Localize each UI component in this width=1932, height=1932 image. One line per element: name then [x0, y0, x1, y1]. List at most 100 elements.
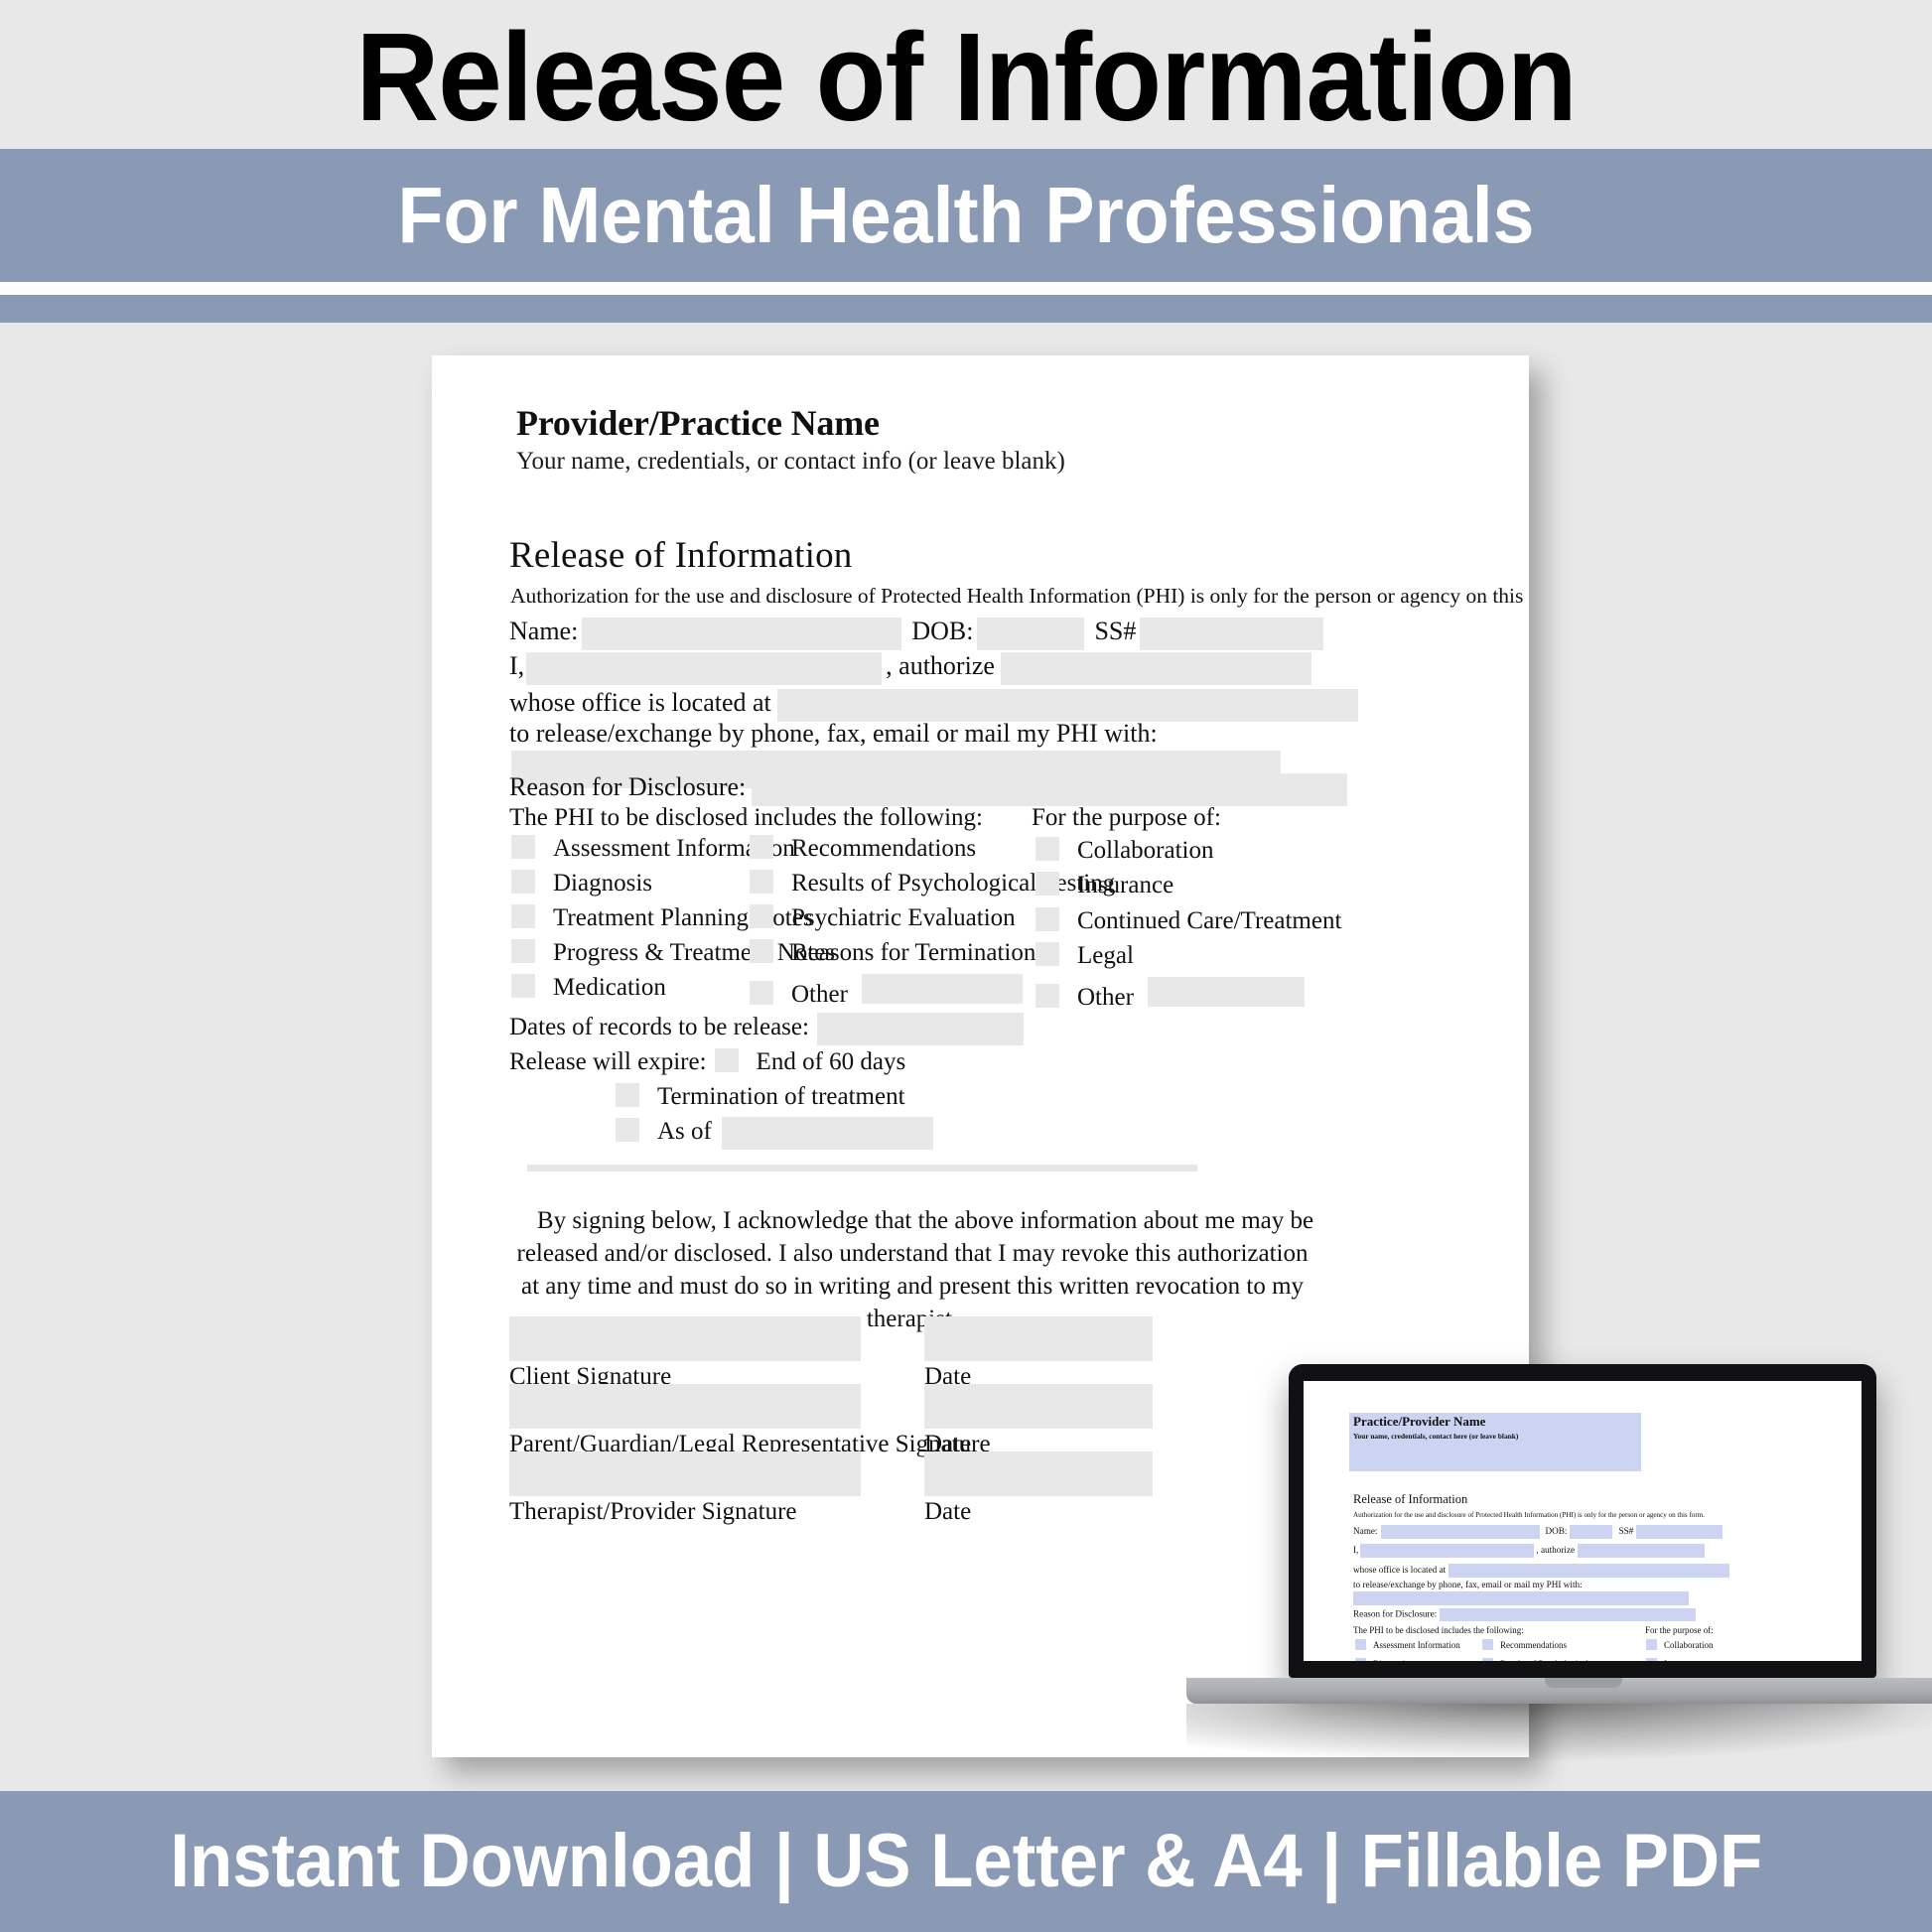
- checkbox-icon[interactable]: [1482, 1639, 1493, 1650]
- checkbox-psychiatric-evaluation[interactable]: Psychiatric Evaluation: [750, 904, 1016, 932]
- checkbox-collaboration[interactable]: Collaboration: [1035, 837, 1213, 865]
- checkbox-icon[interactable]: [750, 835, 773, 859]
- checkbox-icon[interactable]: [1482, 1658, 1493, 1661]
- checkbox-icon[interactable]: [1355, 1658, 1366, 1661]
- laptop-reason-input[interactable]: [1440, 1608, 1697, 1621]
- checkbox-icon[interactable]: [750, 939, 773, 963]
- checkbox-phi-other[interactable]: Other: [750, 974, 1023, 1009]
- laptop-mockup: Practice/Provider Name Your name, creden…: [1186, 1364, 1932, 1763]
- office-address-input[interactable]: [776, 688, 1358, 722]
- laptop-screen: Practice/Provider Name Your name, creden…: [1304, 1381, 1862, 1661]
- name-input[interactable]: [582, 617, 902, 650]
- ss-input[interactable]: [1140, 617, 1324, 650]
- laptop-checkbox-assessment-information[interactable]: Assessment Information: [1355, 1639, 1460, 1650]
- checkbox-icon[interactable]: [1035, 942, 1059, 966]
- laptop-ss-input[interactable]: [1636, 1525, 1724, 1539]
- guardian-signature-date-block: Date: [924, 1384, 1153, 1458]
- client-signature-date-input[interactable]: [924, 1316, 1153, 1361]
- laptop-ss-label: SS#: [1618, 1526, 1634, 1537]
- laptop-name-row: Name: DOB: SS#: [1353, 1525, 1724, 1539]
- checkbox-icon[interactable]: [1035, 872, 1059, 896]
- client-name-input[interactable]: [526, 651, 883, 685]
- laptop-release-with-input[interactable]: [1353, 1591, 1689, 1605]
- dob-label: DOB:: [911, 617, 974, 645]
- laptop-authorized-party-input[interactable]: [1578, 1544, 1706, 1558]
- guardian-signature-input[interactable]: [509, 1384, 861, 1429]
- checkbox-legal[interactable]: Legal: [1035, 942, 1134, 970]
- expire-option-as-of[interactable]: As of: [616, 1117, 933, 1150]
- laptop-reason-label: Reason for Disclosure:: [1353, 1608, 1438, 1619]
- checkbox-label: Reasons for Termination: [791, 939, 1036, 966]
- laptop-name-input[interactable]: [1380, 1525, 1540, 1539]
- expire-option-termination[interactable]: Termination of treatment: [616, 1083, 905, 1111]
- practice-name-subtext: Your name, credentials, or contact info …: [516, 447, 1065, 475]
- checkbox-icon[interactable]: [511, 939, 535, 963]
- checkbox-label: Diagnosis: [553, 870, 652, 897]
- checkbox-icon[interactable]: [511, 974, 535, 998]
- dob-input[interactable]: [977, 617, 1085, 650]
- checkbox-continued-care-treatment[interactable]: Continued Care/Treatment: [1035, 907, 1341, 935]
- checkbox-insurance[interactable]: Insurance: [1035, 872, 1173, 899]
- checkbox-purpose-other[interactable]: Other: [1035, 977, 1305, 1012]
- therapist-signature-date-block: Date: [924, 1451, 1153, 1526]
- laptop-office-input[interactable]: [1449, 1564, 1730, 1578]
- checkbox-icon[interactable]: [750, 904, 773, 928]
- checkbox-icon[interactable]: [1035, 984, 1059, 1008]
- client-signature-input[interactable]: [509, 1316, 861, 1361]
- checkbox-icon[interactable]: [1646, 1658, 1657, 1661]
- phi-section-heading: The PHI to be disclosed includes the fol…: [509, 804, 984, 831]
- laptop-dob-input[interactable]: [1570, 1525, 1613, 1539]
- laptop-checkbox-insurance[interactable]: Insurance: [1646, 1658, 1699, 1661]
- checkbox-label: Collaboration: [1077, 837, 1214, 864]
- laptop-checkbox-results-of-psychological[interactable]: Results of Psychological: [1482, 1658, 1588, 1661]
- laptop-checkbox-recommendations[interactable]: Recommendations: [1482, 1639, 1567, 1650]
- laptop-release-with-label: to release/exchange by phone, fax, email…: [1353, 1580, 1583, 1589]
- guardian-signature-date-input[interactable]: [924, 1384, 1153, 1429]
- laptop-practice-name: Practice/Provider Name: [1353, 1414, 1486, 1429]
- checkbox-icon[interactable]: [511, 870, 535, 894]
- checkbox-icon[interactable]: [1035, 907, 1059, 931]
- authorize-row: I, , authorize: [509, 651, 1311, 685]
- laptop-authorize-label: , authorize: [1536, 1545, 1576, 1556]
- laptop-checkbox-collaboration[interactable]: Collaboration: [1646, 1639, 1714, 1650]
- checkbox-label: Continued Care/Treatment: [1077, 907, 1342, 934]
- authorized-party-input[interactable]: [1000, 651, 1311, 685]
- checkbox-label: Legal: [1077, 942, 1134, 969]
- checkbox-icon[interactable]: [750, 870, 773, 894]
- checkbox-icon[interactable]: [1355, 1639, 1366, 1650]
- phi-other-input[interactable]: [861, 974, 1023, 1004]
- checkbox-icon[interactable]: [511, 904, 535, 928]
- reason-input[interactable]: [752, 772, 1348, 806]
- checkbox-icon[interactable]: [616, 1083, 639, 1107]
- checkbox-medication[interactable]: Medication: [511, 974, 666, 1002]
- laptop-office-row: whose office is located at: [1353, 1564, 1730, 1578]
- checkbox-icon[interactable]: [750, 981, 773, 1005]
- purpose-other-input[interactable]: [1147, 977, 1305, 1007]
- therapist-signature-date-input[interactable]: [924, 1451, 1153, 1496]
- therapist-signature-label: Therapist/Provider Signature: [509, 1498, 797, 1525]
- promo-title: Release of Information: [355, 7, 1577, 147]
- ss-label: SS#: [1094, 617, 1137, 645]
- checkbox-recommendations[interactable]: Recommendations: [750, 835, 976, 863]
- checkbox-icon[interactable]: [1035, 837, 1059, 861]
- form-section-title: Release of Information: [509, 535, 853, 576]
- checkbox-icon[interactable]: [616, 1118, 639, 1143]
- checkbox-label: Assessment Information: [1373, 1640, 1460, 1650]
- laptop-client-name-input[interactable]: [1360, 1544, 1535, 1558]
- client-signature-block: Client Signature: [509, 1316, 861, 1391]
- checkbox-icon[interactable]: [511, 835, 535, 859]
- laptop-checkbox-diagnosis[interactable]: Diagnosis: [1355, 1658, 1409, 1661]
- checkbox-diagnosis[interactable]: Diagnosis: [511, 870, 652, 897]
- laptop-office-label: whose office is located at: [1353, 1565, 1447, 1576]
- dates-of-records-input[interactable]: [816, 1013, 1024, 1045]
- laptop-section-title: Release of Information: [1353, 1492, 1468, 1506]
- expire-as-of-date-input[interactable]: [721, 1117, 933, 1150]
- promo-footer-text: Instant Download | US Letter & A4 | Fill…: [170, 1819, 1762, 1903]
- letterhead: Provider/Practice Name Your name, creden…: [516, 403, 1065, 476]
- checkbox-icon[interactable]: [714, 1048, 739, 1072]
- checkbox-icon[interactable]: [1646, 1639, 1657, 1650]
- therapist-signature-input[interactable]: [509, 1451, 861, 1496]
- checkbox-label: Insurance: [1077, 872, 1174, 898]
- practice-name-heading: Provider/Practice Name: [516, 403, 880, 443]
- checkbox-reasons-for-termination[interactable]: Reasons for Termination: [750, 939, 1035, 967]
